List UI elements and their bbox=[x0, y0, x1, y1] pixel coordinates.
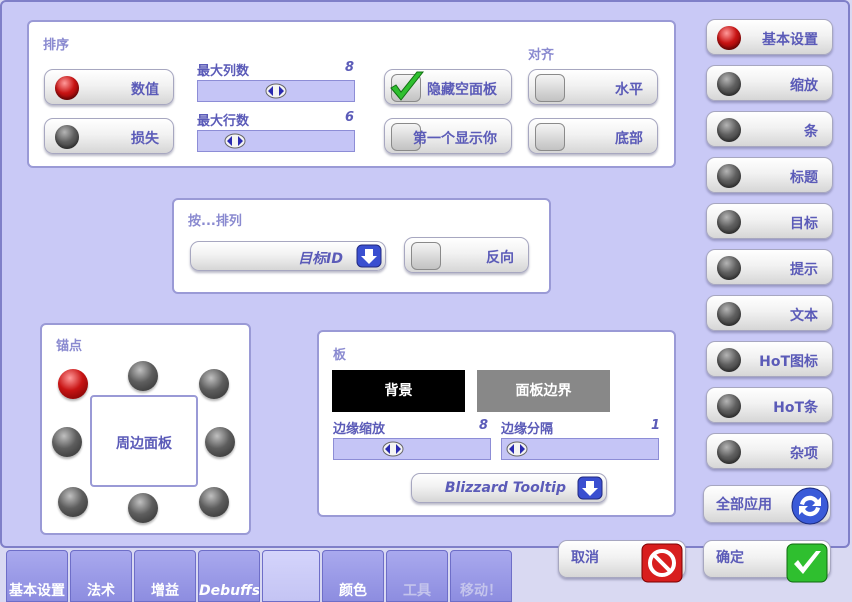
side-item-basic[interactable]: 基本设置 bbox=[706, 19, 833, 55]
align-title: 对齐 bbox=[528, 48, 555, 63]
anchor-center-box: 周边面板 bbox=[90, 395, 198, 487]
side-item-target[interactable]: 目标 bbox=[706, 203, 833, 239]
radio-off-icon bbox=[717, 348, 741, 372]
order-dropdown[interactable]: 目标ID bbox=[190, 241, 386, 271]
anchor-panel: 锚点 周边面板 bbox=[40, 323, 251, 535]
anchor-top-left[interactable] bbox=[58, 369, 88, 399]
max-rows-slider[interactable] bbox=[197, 130, 355, 152]
first-shown-toggle[interactable]: 第一个显示你 bbox=[384, 118, 512, 154]
max-columns-label: 最大列数 bbox=[197, 64, 250, 79]
align-horizontal-toggle[interactable]: 水平 bbox=[528, 69, 658, 105]
anchor-top-right[interactable] bbox=[199, 369, 229, 399]
tab-buffs[interactable]: 增益 bbox=[134, 550, 196, 602]
max-rows-label: 最大行数 bbox=[197, 114, 250, 129]
reverse-toggle[interactable]: 反向 bbox=[404, 237, 529, 273]
checkbox-icon bbox=[535, 123, 565, 151]
chevron-down-icon[interactable] bbox=[577, 476, 603, 500]
border-color-swatch[interactable]: 面板边界 bbox=[477, 370, 610, 412]
anchor-center-label: 周边面板 bbox=[116, 436, 172, 452]
edge-scale-slider[interactable] bbox=[333, 438, 491, 460]
radio-off-icon bbox=[717, 164, 741, 188]
refresh-icon bbox=[791, 487, 829, 525]
slider-knob-icon[interactable] bbox=[265, 83, 287, 99]
hide-empty-toggle[interactable]: 隐藏空面板 bbox=[384, 69, 512, 105]
radio-off-icon bbox=[717, 210, 741, 234]
radio-on-icon bbox=[717, 26, 741, 50]
order-panel: 按...排列 目标ID 反向 bbox=[172, 198, 551, 294]
max-columns-value: 8 bbox=[345, 60, 355, 75]
side-item-bar[interactable]: 条 bbox=[706, 111, 833, 147]
checkbox-icon bbox=[411, 242, 441, 270]
side-item-tooltip[interactable]: 提示 bbox=[706, 249, 833, 285]
checkmark-icon bbox=[390, 71, 425, 101]
anchor-bottom[interactable] bbox=[128, 493, 158, 523]
radio-off-icon bbox=[55, 125, 79, 149]
side-item-misc[interactable]: 杂项 bbox=[706, 433, 833, 469]
tooltip-dropdown[interactable]: Blizzard Tooltip bbox=[411, 473, 607, 503]
dropdown-value: 目标ID bbox=[298, 251, 343, 267]
tab-move[interactable]: 移动！ bbox=[450, 550, 512, 602]
max-columns-slider[interactable] bbox=[197, 80, 355, 102]
tab-tools[interactable]: 工具 bbox=[386, 550, 448, 602]
board-panel: 板 背景 面板边界 边缘缩放 8 边缘分隔 1 Blizzard Tooltip bbox=[317, 330, 676, 517]
side-item-hot-bar[interactable]: HoT条 bbox=[706, 387, 833, 423]
max-rows-value: 6 bbox=[345, 110, 355, 125]
anchor-top[interactable] bbox=[128, 361, 158, 391]
slider-knob-icon[interactable] bbox=[506, 441, 528, 457]
sort-panel: 排序 数值 损失 最大列数 8 最大行数 6 隐藏空面板 第一个显示你 对齐 水… bbox=[27, 20, 676, 168]
radio-off-icon bbox=[717, 72, 741, 96]
sort-by-missing-button[interactable]: 损失 bbox=[44, 118, 174, 154]
confirm-check-icon bbox=[786, 543, 828, 583]
cancel-button[interactable]: 取消 bbox=[558, 540, 686, 583]
side-item-text[interactable]: 文本 bbox=[706, 295, 833, 331]
edge-scale-value: 8 bbox=[479, 418, 489, 433]
slider-knob-icon[interactable] bbox=[382, 441, 404, 457]
order-title: 按...排列 bbox=[188, 214, 242, 229]
side-item-hot-icon[interactable]: HoT图标 bbox=[706, 341, 833, 377]
edge-gap-label: 边缘分隔 bbox=[501, 422, 554, 437]
radio-on-icon bbox=[55, 76, 79, 100]
side-item-title[interactable]: 标题 bbox=[706, 157, 833, 193]
anchor-left[interactable] bbox=[52, 427, 82, 457]
sort-by-value-button[interactable]: 数值 bbox=[44, 69, 174, 105]
tab-debuffs[interactable]: Debuffs bbox=[198, 550, 260, 602]
apply-all-button[interactable]: 全部应用 bbox=[703, 485, 831, 525]
align-bottom-toggle[interactable]: 底部 bbox=[528, 118, 658, 154]
slider-knob-icon[interactable] bbox=[224, 133, 246, 149]
ok-button[interactable]: 确定 bbox=[703, 540, 831, 583]
board-title: 板 bbox=[333, 348, 347, 363]
anchor-title: 锚点 bbox=[56, 339, 83, 354]
radio-off-icon bbox=[717, 440, 741, 464]
sort-title: 排序 bbox=[43, 38, 70, 53]
tab-basic[interactable]: 基本设置 bbox=[6, 550, 68, 602]
radio-off-icon bbox=[717, 118, 741, 142]
cancel-icon bbox=[641, 543, 683, 583]
radio-off-icon bbox=[717, 256, 741, 280]
radio-off-icon bbox=[717, 302, 741, 326]
background-color-swatch[interactable]: 背景 bbox=[332, 370, 465, 412]
dropdown-value: Blizzard Tooltip bbox=[444, 480, 566, 496]
side-item-scale[interactable]: 缩放 bbox=[706, 65, 833, 101]
edge-gap-slider[interactable] bbox=[501, 438, 659, 460]
checkbox-icon bbox=[535, 74, 565, 102]
chevron-down-icon[interactable] bbox=[356, 244, 382, 268]
tab-colors[interactable]: 颜色 bbox=[322, 550, 384, 602]
tab-panel[interactable] bbox=[262, 550, 320, 602]
radio-off-icon bbox=[717, 394, 741, 418]
anchor-bottom-right[interactable] bbox=[199, 487, 229, 517]
edge-scale-label: 边缘缩放 bbox=[333, 422, 386, 437]
edge-gap-value: 1 bbox=[651, 418, 661, 433]
anchor-right[interactable] bbox=[205, 427, 235, 457]
anchor-bottom-left[interactable] bbox=[58, 487, 88, 517]
tab-spells[interactable]: 法术 bbox=[70, 550, 132, 602]
